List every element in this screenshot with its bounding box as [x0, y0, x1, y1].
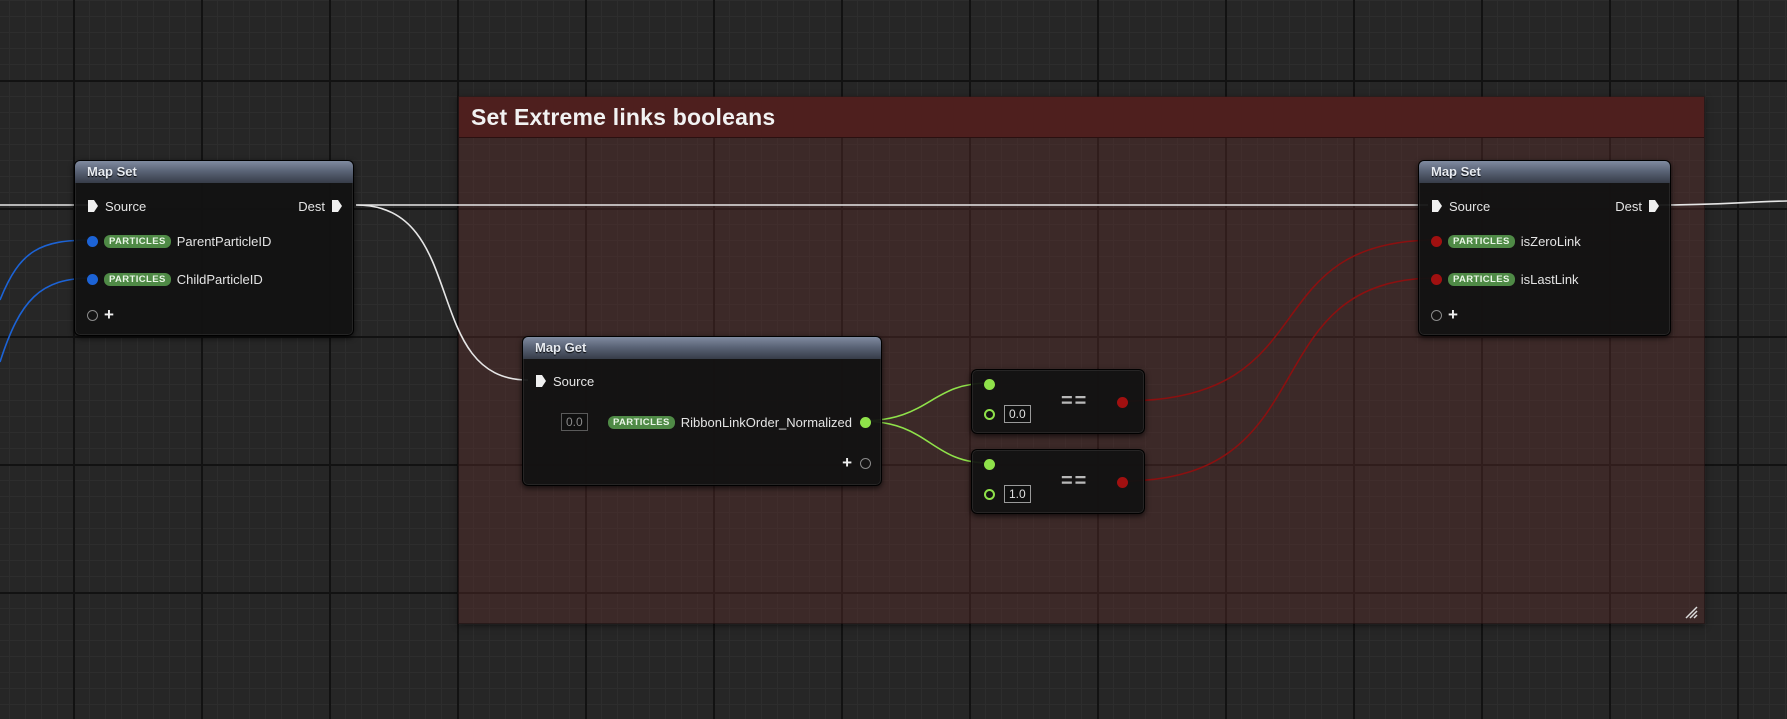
exec-in-pin-icon[interactable]	[535, 374, 547, 388]
node-title: Map Get	[523, 337, 881, 359]
map-get-node[interactable]: Map Get Source 0.0 PARTICLES RibbonLinkO…	[522, 336, 882, 486]
float-input-pin[interactable]	[984, 458, 995, 470]
default-value-field[interactable]: 0.0	[561, 413, 588, 431]
dest-label: Dest	[298, 198, 325, 214]
int-input-pin[interactable]	[87, 235, 98, 247]
value-field[interactable]: 1.0	[1004, 485, 1031, 503]
value-field[interactable]: 0.0	[1004, 405, 1031, 423]
equals-operator-label: ==	[1061, 470, 1089, 492]
source-label: Source	[105, 198, 147, 214]
dest-label: Dest	[1615, 198, 1642, 214]
source-label: Source	[553, 373, 595, 389]
exec-out-pin-icon[interactable]	[1648, 199, 1660, 213]
particles-tag: PARTICLES	[1448, 272, 1515, 286]
source-label: Source	[1449, 198, 1491, 214]
exec-out-pin-icon[interactable]	[331, 199, 343, 213]
exec-wire	[1654, 200, 1787, 206]
node-title: Map Set	[75, 161, 353, 183]
float-input-pin[interactable]	[984, 408, 995, 420]
bool-output-pin[interactable]	[1117, 396, 1128, 408]
wires-layer	[0, 200, 1787, 482]
bool-input-pin[interactable]	[1431, 235, 1442, 247]
add-pin[interactable]	[860, 457, 871, 469]
exec-wire	[355, 204, 529, 381]
bool-input-pin[interactable]	[1431, 273, 1442, 285]
add-pin[interactable]	[1431, 309, 1442, 321]
particles-tag: PARTICLES	[104, 272, 171, 286]
param-label: ParentParticleID	[176, 233, 272, 249]
particles-tag: PARTICLES	[608, 415, 675, 429]
equals-node[interactable]: 0.0 ==	[971, 369, 1145, 434]
float-output-pin[interactable]	[860, 416, 871, 428]
add-parameter-button[interactable]: +	[842, 454, 852, 471]
exec-in-pin-icon[interactable]	[1431, 199, 1443, 213]
equals-operator-label: ==	[1061, 390, 1089, 412]
exec-in-pin-icon[interactable]	[87, 199, 99, 213]
param-label: ChildParticleID	[176, 271, 263, 287]
add-parameter-button[interactable]: +	[104, 306, 114, 323]
add-parameter-button[interactable]: +	[1448, 306, 1458, 323]
particles-tag: PARTICLES	[104, 234, 171, 248]
param-label: RibbonLinkOrder_Normalized	[680, 414, 852, 430]
particles-tag: PARTICLES	[1448, 234, 1515, 248]
bool-wire	[1122, 239, 1438, 402]
param-label: isLastLink	[1520, 271, 1579, 287]
param-label: isZeroLink	[1520, 233, 1581, 249]
float-input-pin[interactable]	[984, 488, 995, 500]
map-set-node-left[interactable]: Map Set Source Dest PARTICLES ParentPart…	[74, 160, 354, 336]
map-set-node-right[interactable]: Map Set Source Dest PARTICLES isZeroLink…	[1418, 160, 1671, 336]
add-pin[interactable]	[87, 309, 98, 321]
node-title: Map Set	[1419, 161, 1670, 183]
bool-wire	[1122, 277, 1438, 482]
float-input-pin[interactable]	[984, 378, 995, 390]
bool-output-pin[interactable]	[1117, 476, 1128, 488]
equals-node[interactable]: 1.0 ==	[971, 449, 1145, 514]
int-input-pin[interactable]	[87, 273, 98, 285]
